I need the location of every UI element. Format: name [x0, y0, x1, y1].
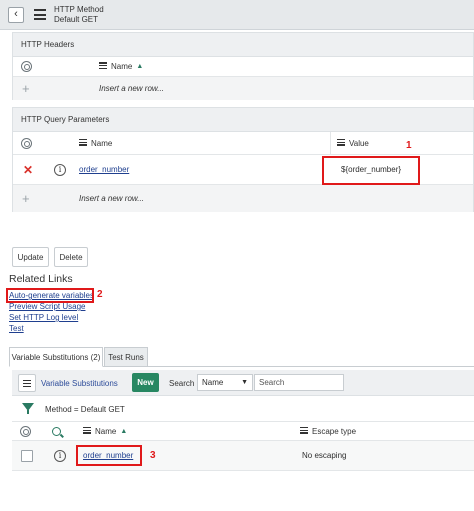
annotation-box-2 — [6, 288, 94, 303]
set-http-log-level-link[interactable]: Set HTTP Log level — [9, 313, 78, 322]
name-column-header[interactable]: Name ▲ — [99, 57, 143, 76]
chevron-left-icon: ‹ — [14, 8, 18, 20]
hamburger-menu-icon[interactable] — [34, 9, 46, 20]
list-menu-button[interactable] — [18, 374, 36, 392]
annotation-number-1: 1 — [406, 140, 412, 151]
preview-script-usage-link[interactable]: Preview Script Usage — [9, 302, 85, 311]
insert-row[interactable]: + Insert a new row... — [13, 185, 473, 212]
insert-row[interactable]: + Insert a new row... — [13, 77, 473, 100]
list-column-header: Name ▲ Escape type — [12, 421, 474, 441]
escape-type-column-header[interactable]: Escape type — [300, 422, 356, 440]
info-icon[interactable]: i — [54, 449, 66, 462]
query-params-title: HTTP Query Parameters — [13, 108, 473, 132]
related-links-title: Related Links — [9, 273, 73, 285]
test-link[interactable]: Test — [9, 324, 24, 333]
gear-icon[interactable] — [21, 137, 32, 149]
column-menu-icon[interactable] — [99, 62, 107, 70]
update-button[interactable]: Update — [12, 247, 49, 267]
escape-type-cell: No escaping — [302, 451, 347, 460]
column-menu-icon[interactable] — [337, 138, 345, 147]
tab-variable-substitutions[interactable]: Variable Substitutions (2) — [9, 347, 103, 367]
insert-row-text[interactable]: Insert a new row... — [79, 194, 144, 203]
info-icon[interactable]: i — [54, 163, 66, 176]
row-checkbox[interactable] — [21, 449, 33, 462]
query-params-column-header: Name Value — [13, 132, 473, 155]
annotation-box-3 — [76, 445, 142, 466]
gear-icon[interactable] — [20, 425, 31, 437]
list-title[interactable]: Variable Substitutions — [41, 379, 118, 388]
plus-icon[interactable]: + — [22, 191, 30, 206]
value-column-header[interactable]: Value — [337, 132, 369, 154]
filter-breadcrumb: Method = Default GET — [12, 398, 474, 420]
annotation-number-2: 2 — [97, 289, 103, 300]
search-label: Search — [169, 379, 195, 388]
plus-icon[interactable]: + — [22, 81, 30, 96]
sort-ascending-icon: ▲ — [136, 63, 144, 70]
list-toolbar: Variable Substitutions New Search Name ▼… — [12, 370, 474, 396]
back-button[interactable]: ‹ — [8, 7, 24, 23]
filter-condition[interactable]: Method = Default GET — [45, 405, 125, 414]
annotation-number-3: 3 — [150, 450, 156, 461]
http-headers-title: HTTP Headers — [13, 33, 473, 57]
form-subtitle: Default GET — [54, 15, 99, 24]
column-menu-icon[interactable] — [79, 138, 87, 147]
column-menu-icon[interactable] — [83, 426, 91, 435]
form-header: ‹ HTTP Method Default GET — [0, 0, 474, 30]
name-column-header[interactable]: Name — [79, 132, 112, 154]
search-input[interactable]: Search — [254, 374, 344, 391]
delete-button[interactable]: Delete — [54, 247, 88, 267]
search-field-select[interactable]: Name ▼ — [197, 374, 253, 391]
http-headers-panel: HTTP Headers Name ▲ + Insert a new row..… — [12, 32, 474, 100]
form-title: HTTP Method — [54, 5, 104, 14]
column-menu-icon[interactable] — [300, 426, 308, 435]
sort-ascending-icon: ▲ — [120, 427, 128, 435]
chevron-down-icon: ▼ — [241, 379, 248, 386]
name-column-header[interactable]: Name ▲ — [83, 422, 127, 440]
gear-icon[interactable] — [21, 61, 32, 72]
param-name-link[interactable]: order_number — [79, 165, 129, 174]
hamburger-icon — [23, 380, 31, 388]
annotation-box-1 — [322, 156, 420, 185]
insert-row-text[interactable]: Insert a new row... — [99, 84, 164, 93]
new-button[interactable]: New — [132, 373, 159, 392]
tab-test-runs[interactable]: Test Runs — [104, 347, 148, 367]
delete-row-icon[interactable]: ✕ — [23, 163, 33, 177]
search-icon[interactable] — [52, 426, 61, 436]
http-headers-column-header: Name ▲ — [13, 57, 473, 77]
